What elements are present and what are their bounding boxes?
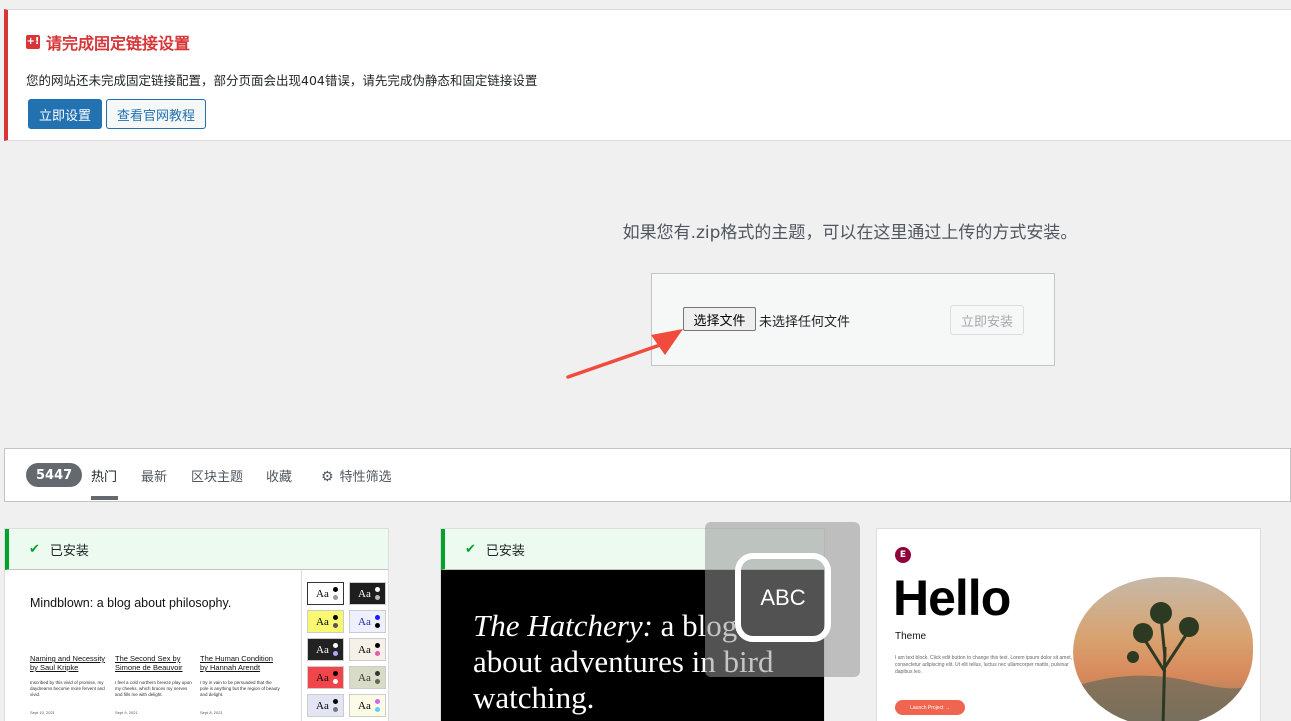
theme-filter-bar: 5447 热门 最新 区块主题 收藏 ⚙ 特性筛选 xyxy=(4,448,1291,502)
elementor-logo-icon: E xyxy=(895,547,911,563)
checkmark-icon: ✔ xyxy=(29,541,40,557)
notice-description: 您的网站还未完成固定链接配置，部分页面会出现404错误，请先完成伪静态和固定链接… xyxy=(26,73,538,88)
preview-post: The Human Condition by Hannah Arendt I t… xyxy=(200,654,280,715)
tab-favorites[interactable]: 收藏 xyxy=(266,466,292,485)
annotation-arrow-icon xyxy=(566,329,683,379)
preview-post: The Second Sex by Simone de Beauvoir I f… xyxy=(115,654,192,715)
feature-filter-button[interactable]: ⚙ 特性筛选 xyxy=(321,466,392,485)
gear-icon: ⚙ xyxy=(321,469,334,485)
view-tutorial-button[interactable]: 查看官网教程 xyxy=(106,99,206,129)
theme-screenshot: E Hello Theme I am text block. Click edi… xyxy=(877,529,1260,721)
notice-title: +! 请完成固定链接设置 xyxy=(26,30,190,54)
active-tab-indicator xyxy=(91,496,118,500)
notice-title-text: 请完成固定链接设置 xyxy=(46,34,191,53)
setup-now-button[interactable]: 立即设置 xyxy=(28,99,102,129)
choose-file-button[interactable]: 选择文件 xyxy=(683,307,756,331)
theme-screenshot: Mindblown: a blog about philosophy. Nami… xyxy=(5,570,388,721)
style-swatch: Aa xyxy=(349,638,386,661)
preview-title: Hello xyxy=(893,570,1011,626)
upload-help-text: 如果您有.zip格式的主题，可以在这里通过上传的方式安装。 xyxy=(622,223,1078,243)
tab-block-themes[interactable]: 区块主题 xyxy=(191,466,243,485)
style-swatch: Aa xyxy=(307,638,344,661)
installed-label: 已安装 xyxy=(49,543,89,559)
theme-count-badge: 5447 xyxy=(26,463,83,487)
style-swatch: Aa xyxy=(349,610,386,633)
tab-latest[interactable]: 最新 xyxy=(141,466,167,485)
no-file-label: 未选择任何文件 xyxy=(759,315,851,330)
permalink-notice: +! 请完成固定链接设置 您的网站还未完成固定链接配置，部分页面会出现404错误… xyxy=(4,9,1291,141)
style-variations: Aa Aa Aa Aa Aa Aa Aa Aa Aa Aa xyxy=(301,570,388,721)
theme-card[interactable]: Mindblown: a blog about philosophy. Nami… xyxy=(4,528,389,721)
preview-subtitle: Theme xyxy=(895,631,927,642)
install-now-button[interactable]: 立即安装 xyxy=(950,305,1024,335)
style-swatch: Aa xyxy=(307,610,344,633)
checkmark-icon: ✔ xyxy=(465,541,476,557)
preview-title: Mindblown: a blog about philosophy. xyxy=(30,596,232,610)
feature-filter-label: 特性筛选 xyxy=(339,470,392,485)
style-swatch: Aa xyxy=(307,666,344,689)
thistle-photo xyxy=(1073,577,1253,721)
tab-popular[interactable]: 热门 xyxy=(91,466,117,485)
abc-label: ABC xyxy=(760,584,806,610)
style-swatch: Aa xyxy=(307,694,344,717)
installed-status: ✔ 已安装 xyxy=(5,529,388,570)
style-swatch: Aa xyxy=(349,694,386,717)
preview-body: I am text block. Click edit button to ch… xyxy=(895,655,1073,675)
preview-post: Naming and Necessity by Saul Kripke Insc… xyxy=(30,654,106,715)
warning-icon: +! xyxy=(26,35,40,49)
style-swatch: Aa xyxy=(349,582,386,605)
input-method-overlay: ABC xyxy=(705,522,860,677)
preview-button: Launch Project → xyxy=(895,700,965,715)
theme-card[interactable]: E Hello Theme I am text block. Click edi… xyxy=(876,528,1261,721)
installed-label: 已安装 xyxy=(485,543,525,559)
style-swatch: Aa xyxy=(349,666,386,689)
upload-form: 选择文件 未选择任何文件 立即安装 xyxy=(651,273,1055,366)
style-swatch: Aa xyxy=(307,582,344,605)
abc-keyboard-icon: ABC xyxy=(735,553,831,642)
